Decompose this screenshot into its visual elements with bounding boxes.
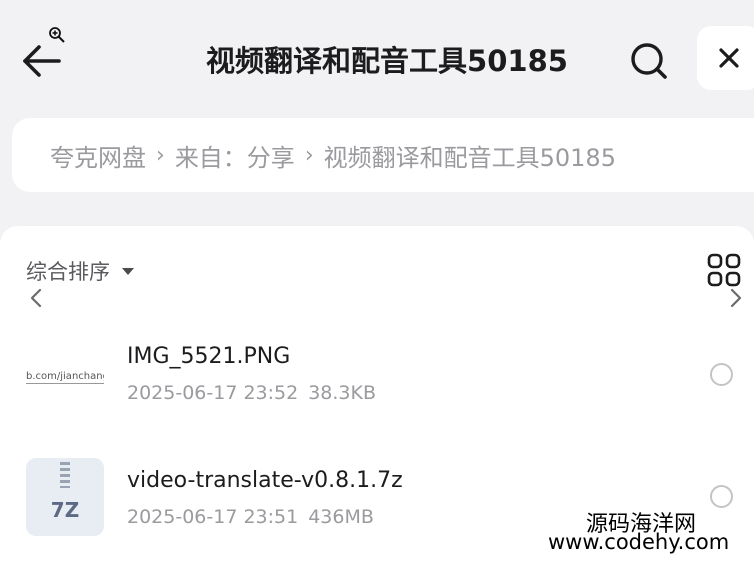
select-radio[interactable] xyxy=(710,485,733,508)
breadcrumb-item-current-folder[interactable]: 视频翻译和配音工具50185 xyxy=(324,138,616,173)
list-item[interactable]: b.com/jianchang IMG_5521.PNG 2025-06-17 … xyxy=(0,326,754,426)
image-thumbnail: b.com/jianchang xyxy=(26,338,104,416)
chevron-right-icon[interactable] xyxy=(728,288,744,308)
search-button[interactable] xyxy=(626,38,672,84)
breadcrumb-item-shared[interactable]: 来自：分享 xyxy=(175,138,295,173)
file-size: 38.3KB xyxy=(308,382,377,404)
page-title: 视频翻译和配音工具50185 xyxy=(206,44,568,78)
file-date: 2025-06-17 23:51 xyxy=(127,506,299,528)
watermark-line-2: www.codehy.com xyxy=(548,530,730,554)
file-meta: 2025-06-17 23:52 38.3KB xyxy=(127,382,376,404)
sort-caret-icon xyxy=(122,267,134,275)
top-bar: 视频翻译和配音工具50185 xyxy=(0,0,754,115)
zip-type-label: 7Z xyxy=(50,498,80,522)
file-name: IMG_5521.PNG xyxy=(127,344,291,369)
thumbnail-text: b.com/jianchang xyxy=(26,371,104,384)
grid-view-icon[interactable] xyxy=(706,252,742,288)
close-button[interactable] xyxy=(697,26,754,90)
file-date: 2025-06-17 23:52 xyxy=(127,382,299,404)
back-arrow-icon xyxy=(23,45,61,77)
file-meta: 2025-06-17 23:51 436MB xyxy=(127,506,374,528)
zip-teeth xyxy=(60,462,70,488)
close-icon xyxy=(719,48,739,68)
sort-label: 综合排序 xyxy=(26,260,110,284)
breadcrumb-separator: › xyxy=(156,142,165,168)
back-button[interactable] xyxy=(18,38,64,84)
breadcrumb-separator: › xyxy=(304,142,314,168)
breadcrumb: 夸克网盘 › 来自：分享 › 视频翻译和配音工具50185 xyxy=(12,118,754,192)
sort-dropdown[interactable]: 综合排序 xyxy=(26,256,134,286)
breadcrumb-item-quark-drive[interactable]: 夸克网盘 xyxy=(50,138,146,173)
zip-file-icon: 7Z xyxy=(26,458,104,536)
file-name: video-translate-v0.8.1.7z xyxy=(127,468,403,493)
chevron-left-icon[interactable] xyxy=(28,288,44,308)
search-icon xyxy=(631,43,667,79)
file-size: 436MB xyxy=(308,506,374,528)
select-radio[interactable] xyxy=(710,363,733,386)
